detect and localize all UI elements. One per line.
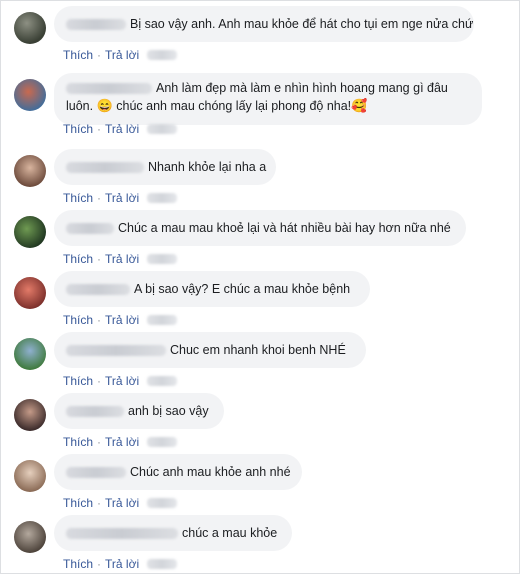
timestamp[interactable] <box>147 193 178 203</box>
comment-actions: Thích · Trả lời <box>63 557 178 571</box>
comment-item: Chuc em nhanh khoi benh NHÉ Thích · Trả … <box>0 332 520 393</box>
comment-text: Bị sao vậy anh. Anh mau khỏe để hát cho … <box>130 16 474 31</box>
grin-emoji-icon: 😄 <box>96 98 113 113</box>
reply-link[interactable]: Trả lời <box>105 48 139 62</box>
reply-link[interactable]: Trả lời <box>105 313 139 327</box>
comment-item: Anh làm đẹp mà làm e nhìn hình hoang man… <box>0 73 520 145</box>
like-link[interactable]: Thích <box>63 374 93 388</box>
avatar[interactable] <box>14 12 46 44</box>
comment-bubble: Bị sao vậy anh. Anh mau khỏe để hát cho … <box>54 6 474 42</box>
reply-link[interactable]: Trả lời <box>105 191 139 205</box>
commenter-name[interactable] <box>66 283 130 295</box>
comment-text: Chuc em nhanh khoi benh NHÉ <box>170 342 346 357</box>
timestamp[interactable] <box>147 254 178 264</box>
avatar[interactable] <box>14 79 46 111</box>
comment-actions: Thích · Trả lời <box>63 252 178 266</box>
comment-bubble: Chuc em nhanh khoi benh NHÉ <box>54 332 366 368</box>
like-link[interactable]: Thích <box>63 48 93 62</box>
timestamp[interactable] <box>147 498 178 508</box>
comment-text: Nhanh khỏe lại nha a <box>148 159 267 174</box>
comment-text: chúc a mau khỏe <box>182 525 278 540</box>
comment-actions: Thích · Trả lời <box>63 435 178 449</box>
avatar[interactable] <box>14 338 46 370</box>
comment-actions: Thích · Trả lời <box>63 496 178 510</box>
comment-item: Chúc anh mau khỏe anh nhé Thích · Trả lờ… <box>0 454 520 515</box>
comment-bubble: Nhanh khỏe lại nha a <box>54 149 276 185</box>
like-link[interactable]: Thích <box>63 435 93 449</box>
avatar[interactable] <box>14 399 46 431</box>
reply-link[interactable]: Trả lời <box>105 435 139 449</box>
reply-link[interactable]: Trả lời <box>105 252 139 266</box>
avatar[interactable] <box>14 521 46 553</box>
comment-bubble: anh bị sao vậy <box>54 393 224 429</box>
comment-actions: Thích · Trả lời <box>63 313 178 327</box>
timestamp[interactable] <box>147 124 178 134</box>
like-link[interactable]: Thích <box>63 191 93 205</box>
avatar[interactable] <box>14 277 46 309</box>
like-link[interactable]: Thích <box>63 313 93 327</box>
timestamp[interactable] <box>147 315 178 325</box>
commenter-name[interactable] <box>66 222 114 234</box>
timestamp[interactable] <box>147 437 178 447</box>
comment-bubble: Anh làm đẹp mà làm e nhìn hình hoang man… <box>54 73 482 125</box>
like-link[interactable]: Thích <box>63 557 93 571</box>
comment-item: A bị sao vậy? E chúc a mau khỏe bệnh Thí… <box>0 271 520 332</box>
like-link[interactable]: Thích <box>63 252 93 266</box>
timestamp[interactable] <box>147 50 178 60</box>
comment-text: Chúc anh mau khỏe anh nhé <box>130 464 291 479</box>
reply-link[interactable]: Trả lời <box>105 374 139 388</box>
comment-actions: Thích · Trả lời <box>63 374 178 388</box>
comment-text: A bị sao vậy? E chúc a mau khỏe bệnh <box>134 281 351 296</box>
comment-actions: Thích · Trả lời <box>63 122 178 136</box>
comment-actions: Thích · Trả lời <box>63 48 178 62</box>
commenter-name[interactable] <box>66 405 124 417</box>
reply-link[interactable]: Trả lời <box>105 122 139 136</box>
comment-item: Bị sao vậy anh. Anh mau khỏe để hát cho … <box>0 6 520 67</box>
comment-text-line1: Anh làm đẹp mà làm e nhìn hình hoang man… <box>156 81 448 95</box>
reply-link[interactable]: Trả lời <box>105 557 139 571</box>
comment-text-line2: luôn. <box>66 99 94 113</box>
avatar[interactable] <box>14 155 46 187</box>
comment-bubble: Chúc anh mau khỏe anh nhé <box>54 454 302 490</box>
commenter-name[interactable] <box>66 18 126 30</box>
comment-item: Chúc a mau mau khoẻ lại và hát nhiều bài… <box>0 210 520 271</box>
commenter-name[interactable] <box>66 344 166 356</box>
heart-face-emoji-icon: 🥰 <box>351 98 368 113</box>
reply-link[interactable]: Trả lời <box>105 496 139 510</box>
comment-bubble: A bị sao vậy? E chúc a mau khỏe bệnh <box>54 271 370 307</box>
comment-bubble: chúc a mau khỏe <box>54 515 292 551</box>
commenter-name[interactable] <box>66 466 126 478</box>
commenter-name[interactable] <box>66 83 152 95</box>
comment-item: anh bị sao vậy Thích · Trả lời <box>0 393 520 454</box>
comment-text: anh bị sao vậy <box>128 403 209 418</box>
comment-bubble: Chúc a mau mau khoẻ lại và hát nhiều bài… <box>54 210 466 246</box>
timestamp[interactable] <box>147 376 178 386</box>
like-link[interactable]: Thích <box>63 122 93 136</box>
comment-item: chúc a mau khỏe Thích · Trả lời <box>0 515 520 576</box>
comment-text: Chúc a mau mau khoẻ lại và hát nhiều bài… <box>118 220 451 235</box>
avatar[interactable] <box>14 460 46 492</box>
timestamp[interactable] <box>147 559 178 569</box>
commenter-name[interactable] <box>66 527 178 539</box>
comment-actions: Thích · Trả lời <box>63 191 178 205</box>
comment-item: Nhanh khỏe lại nha a Thích · Trả lời <box>0 149 520 210</box>
commenter-name[interactable] <box>66 161 144 173</box>
like-link[interactable]: Thích <box>63 496 93 510</box>
avatar[interactable] <box>14 216 46 248</box>
